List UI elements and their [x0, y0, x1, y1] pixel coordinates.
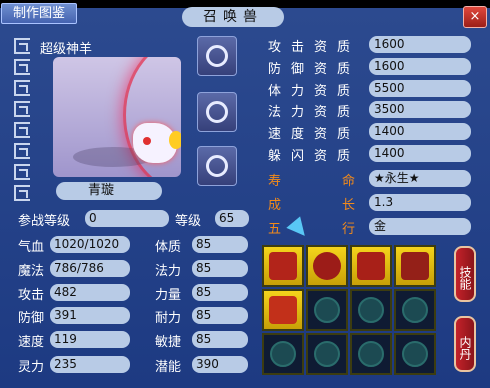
- apt-label-3: 法力资质: [268, 105, 361, 120]
- skill-slot-sword-icon[interactable]: [262, 245, 304, 287]
- life-label-b: 命: [342, 174, 356, 189]
- element-label-b: 行: [342, 222, 356, 237]
- def-value: 391: [50, 307, 130, 324]
- equip-slot-2[interactable]: [197, 92, 237, 132]
- pet-species-label: 超级神羊: [40, 42, 93, 57]
- def-label: 防御: [18, 311, 45, 326]
- potential-value: 390: [192, 356, 248, 373]
- hp-value: 1020/1020: [50, 236, 130, 253]
- atk-label: 攻击: [18, 288, 45, 303]
- skill-slot-empty[interactable]: [306, 333, 348, 375]
- skill-slot-empty[interactable]: [262, 333, 304, 375]
- apt-label-4: 速度资质: [268, 127, 361, 142]
- skill-slot-empty[interactable]: [350, 289, 392, 331]
- make-handbook-button[interactable]: 制作图鉴: [1, 3, 77, 24]
- apt-label-5: 躲闪资质: [268, 149, 361, 164]
- spd-value: 119: [50, 331, 130, 348]
- spirit-label: 灵力: [18, 360, 45, 375]
- potential-label: 潜能: [155, 360, 182, 375]
- apt-label-1: 防御资质: [268, 62, 361, 77]
- pet-nickname-input[interactable]: 青璇: [56, 182, 162, 200]
- battle-level-label: 参战等级: [18, 214, 71, 229]
- str-value: 85: [192, 284, 248, 301]
- atk-value: 482: [50, 284, 130, 301]
- apt-value-3: 3500: [369, 101, 471, 118]
- skill-slot-empty[interactable]: [394, 289, 436, 331]
- agi-label: 敏捷: [155, 335, 182, 350]
- greek-key-ornament: [14, 38, 34, 206]
- element-value: 金: [369, 218, 471, 235]
- growth-label-b: 长: [342, 198, 356, 213]
- con-label: 体质: [155, 240, 182, 255]
- pet-preview: [53, 57, 181, 177]
- life-label-a: 寿: [268, 174, 282, 189]
- apt-value-5: 1400: [369, 145, 471, 162]
- skill-slot-empty[interactable]: [350, 333, 392, 375]
- mp-label: 魔法: [18, 264, 45, 279]
- mp-value: 786/786: [50, 260, 130, 277]
- skill-grid: [262, 245, 450, 377]
- growth-label-a: 成: [268, 198, 282, 213]
- window-title: 召唤兽: [182, 7, 284, 27]
- skill-slot-figure-icon[interactable]: [350, 245, 392, 287]
- end-value: 85: [192, 307, 248, 324]
- end-label: 耐力: [155, 311, 182, 326]
- title-bar: 制作图鉴 召唤兽 ×: [0, 0, 490, 28]
- apt-value-2: 5500: [369, 80, 471, 97]
- skill-slot-eye-icon[interactable]: [306, 245, 348, 287]
- skill-slot-empty[interactable]: [394, 333, 436, 375]
- equip-slot-1[interactable]: [197, 36, 237, 76]
- apt-value-1: 1600: [369, 58, 471, 75]
- growth-value: 1.3: [369, 194, 471, 211]
- pet-window: { "window": { "title": "召唤兽", "make_butt…: [0, 0, 490, 388]
- level-value: 65: [215, 210, 249, 227]
- life-value: ★永生★: [369, 170, 471, 187]
- spd-label: 速度: [18, 335, 45, 350]
- hp-label: 气血: [18, 240, 45, 255]
- skill-slot-flame-icon[interactable]: [262, 289, 304, 331]
- mag-value: 85: [192, 260, 248, 277]
- tab-core[interactable]: 内丹: [454, 316, 476, 372]
- skill-slot-bow-icon[interactable]: [394, 245, 436, 287]
- spirit-value: 235: [50, 356, 130, 373]
- apt-value-0: 1600: [369, 36, 471, 53]
- apt-label-0: 攻击资质: [268, 40, 361, 55]
- apt-value-4: 1400: [369, 123, 471, 140]
- element-label-a: 五: [268, 222, 282, 237]
- close-button[interactable]: ×: [463, 6, 487, 28]
- apt-label-2: 体力资质: [268, 84, 361, 99]
- equip-slot-3[interactable]: [197, 146, 237, 186]
- con-value: 85: [192, 236, 248, 253]
- mag-label: 法力: [155, 264, 182, 279]
- tab-skills[interactable]: 技能: [454, 246, 476, 302]
- skill-slot-empty[interactable]: [306, 289, 348, 331]
- battle-level-value: 0: [85, 210, 169, 227]
- str-label: 力量: [155, 288, 182, 303]
- agi-value: 85: [192, 331, 248, 348]
- level-label: 等级: [175, 214, 202, 229]
